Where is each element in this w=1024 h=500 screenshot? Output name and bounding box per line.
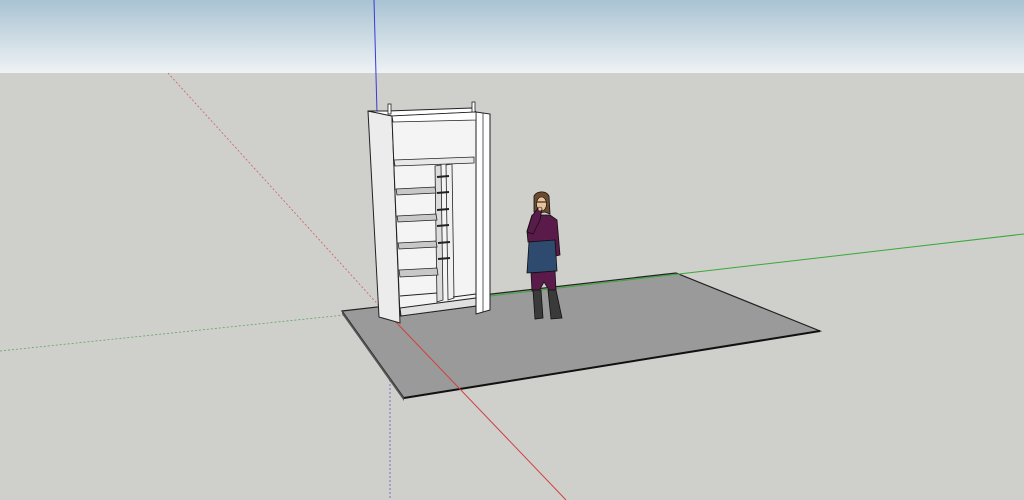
cabinet-shelf-left-4 (398, 267, 439, 278)
cabinet-narrow-shelf-2 (436, 191, 450, 194)
ground-plane (0, 73, 1024, 500)
sky (0, 0, 1024, 73)
figure-skirt (526, 239, 558, 274)
cabinet-narrow-shelf-3 (436, 208, 450, 211)
cabinet-post-right (471, 101, 476, 113)
model-viewport[interactable] (0, 0, 1024, 500)
cabinet-narrow-shelf-4 (436, 224, 450, 227)
wardrobe-cabinet[interactable] (367, 101, 491, 324)
scene-canvas[interactable] (0, 0, 1024, 500)
figure-boot-left (532, 289, 544, 320)
cabinet-narrow-shelf-6 (437, 257, 451, 260)
cabinet-narrow-shelf-5 (437, 241, 451, 244)
figure-hand (537, 206, 543, 212)
cabinet-post-left (387, 103, 392, 115)
cabinet-narrow-shelf-1 (436, 175, 450, 178)
